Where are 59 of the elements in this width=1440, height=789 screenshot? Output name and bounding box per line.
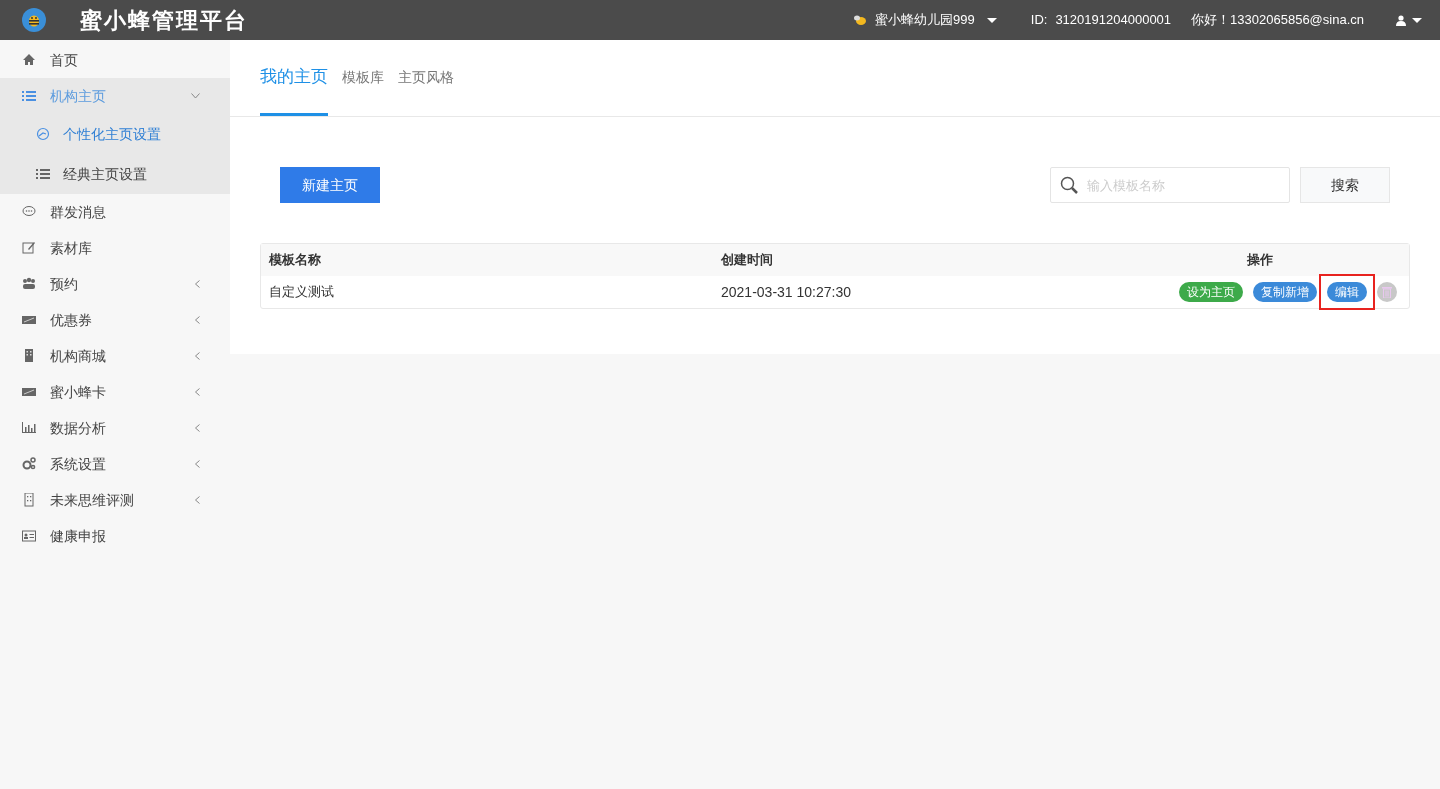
search-icon	[1060, 176, 1078, 194]
sidebar-item[interactable]: 数据分析	[0, 410, 230, 446]
sidebar-item[interactable]: 健康申报	[0, 518, 230, 554]
card-icon	[22, 385, 36, 399]
chevron-left-icon	[195, 316, 200, 324]
id-label: ID:	[1030, 11, 1048, 30]
caret-icon	[1412, 17, 1422, 23]
card-icon	[22, 313, 36, 327]
people-icon	[22, 277, 36, 291]
chevron-left-icon	[195, 280, 200, 288]
search-button[interactable]: 搜索	[1300, 167, 1390, 203]
sidebar-subitem[interactable]: 经典主页设置	[0, 154, 230, 194]
home-icon	[22, 53, 36, 67]
tab[interactable]: 模板库	[342, 39, 384, 116]
table-cell-text: 自定义测试	[268, 283, 335, 302]
chevron-down-icon	[191, 93, 200, 99]
sidebar-item[interactable]: 系统设置	[0, 446, 230, 482]
caret-icon	[986, 17, 997, 23]
bee-logo-icon	[22, 8, 46, 32]
list-icon	[22, 89, 36, 103]
platform-title: 蜜小蜂管理平台	[80, 6, 248, 35]
edit-icon	[22, 241, 36, 255]
building-icon	[22, 493, 36, 507]
sidebar-item[interactable]: 素材库	[0, 230, 230, 266]
column-header: 创建时间	[721, 251, 774, 270]
action-button[interactable]: 编辑	[1327, 282, 1367, 302]
speech-bubble-icon	[22, 205, 36, 219]
action-button[interactable]: 复制新增	[1253, 282, 1317, 302]
sidebar-item[interactable]: 优惠券	[0, 302, 230, 338]
column-header: 模板名称	[267, 251, 322, 270]
id-card-icon	[22, 529, 36, 543]
sidebar-item[interactable]: 首页	[0, 42, 230, 78]
chevron-left-icon	[195, 388, 200, 396]
list-icon	[36, 167, 50, 181]
sidebar-item[interactable]: 未来思维评测	[0, 482, 230, 518]
building-icon	[22, 349, 36, 363]
bar-chart-icon	[22, 421, 36, 435]
school-dropdown[interactable]: 蜜小蜂幼儿园999	[853, 10, 997, 30]
user-greeting: 你好！13302065856@sina.cn	[1191, 11, 1364, 30]
id-value: 3120191204000001	[1055, 11, 1172, 30]
bee-icon	[853, 14, 868, 26]
user-icon	[1396, 14, 1406, 26]
chevron-left-icon	[195, 424, 200, 432]
user-menu-button[interactable]	[1396, 14, 1422, 26]
trash-icon	[1382, 286, 1392, 298]
table-cell-text: 2021-03-31 10:27:30	[721, 282, 852, 302]
column-header: 操作	[1246, 251, 1274, 270]
gears-icon	[22, 457, 36, 471]
tab[interactable]: 主页风格	[398, 39, 454, 116]
sidebar-item[interactable]: 蜜小蜂卡	[0, 374, 230, 410]
sidebar-item[interactable]: 预约	[0, 266, 230, 302]
chevron-left-icon	[195, 460, 200, 468]
globe-icon	[36, 127, 50, 141]
new-homepage-button[interactable]: 新建主页	[280, 167, 380, 203]
chevron-left-icon	[195, 496, 200, 504]
sidebar-item[interactable]: 机构商城	[0, 338, 230, 374]
sidebar-item[interactable]: 群发消息	[0, 194, 230, 230]
chevron-left-icon	[195, 352, 200, 360]
sidebar-subitem[interactable]: 个性化主页设置	[0, 114, 230, 154]
